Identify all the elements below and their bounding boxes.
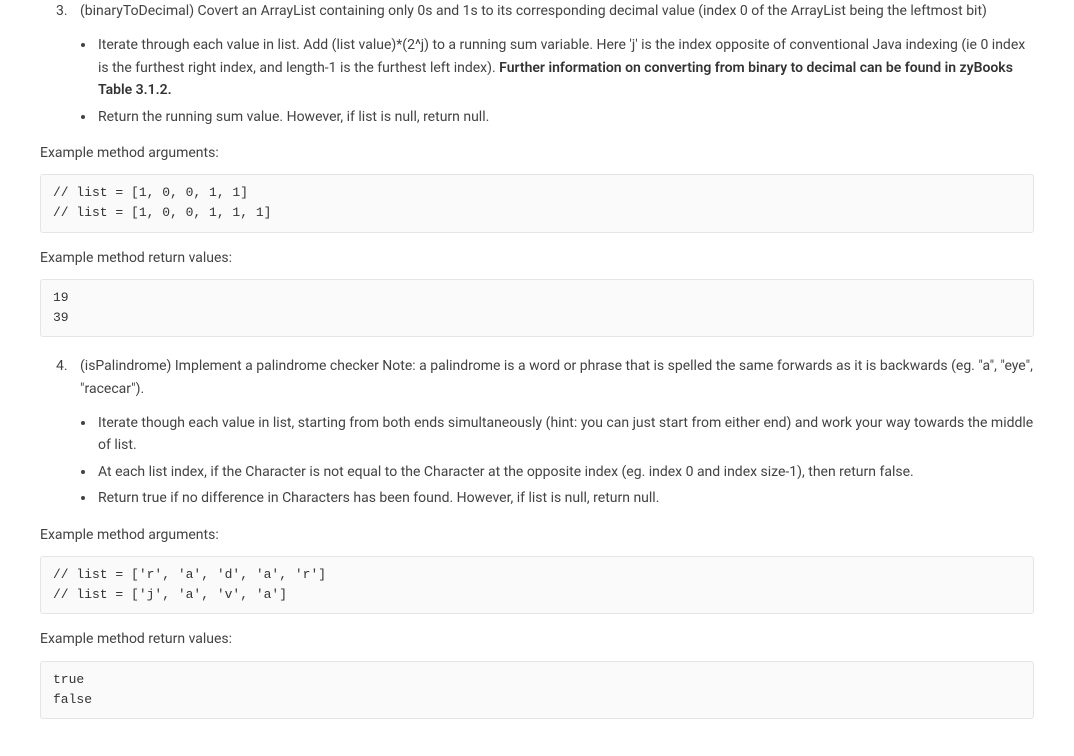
bullet-item: Return the running sum value. However, i…: [96, 106, 1034, 128]
question-4: 4. (isPalindrome) Implement a palindrome…: [40, 355, 1034, 400]
question-description: Implement a palindrome checker Note: a p…: [80, 358, 1033, 396]
bullet-item: Iterate though each value in list, start…: [96, 412, 1034, 457]
question-3: 3. (binaryToDecimal) Covert an ArrayList…: [40, 0, 1034, 22]
example-args-label: Example method arguments:: [40, 524, 1034, 546]
question-description: Covert an ArrayList containing only 0s a…: [194, 3, 987, 19]
document-content: 3. (binaryToDecimal) Covert an ArrayList…: [40, 0, 1034, 719]
example-returns-code: 19 39: [40, 279, 1034, 337]
bullet-item: Iterate through each value in list. Add …: [96, 34, 1034, 101]
example-returns-label: Example method return values:: [40, 247, 1034, 269]
question-number: 3.: [56, 0, 68, 22]
bullet-item: Return true if no difference in Characte…: [96, 487, 1034, 509]
question-3-bullets: Iterate through each value in list. Add …: [40, 34, 1034, 128]
example-returns-code: true false: [40, 661, 1034, 719]
question-3-item: 3. (binaryToDecimal) Covert an ArrayList…: [80, 0, 1034, 22]
example-returns-label: Example method return values:: [40, 628, 1034, 650]
question-4-bullets: Iterate though each value in list, start…: [40, 412, 1034, 510]
example-args-code: // list = ['r', 'a', 'd', 'a', 'r'] // l…: [40, 556, 1034, 614]
example-args-code: // list = [1, 0, 0, 1, 1] // list = [1, …: [40, 174, 1034, 232]
question-4-item: 4. (isPalindrome) Implement a palindrome…: [80, 355, 1034, 400]
example-args-label: Example method arguments:: [40, 142, 1034, 164]
question-number: 4.: [56, 355, 68, 377]
question-title: (binaryToDecimal): [80, 3, 194, 19]
question-title: (isPalindrome): [80, 358, 171, 374]
bullet-item: At each list index, if the Character is …: [96, 461, 1034, 483]
